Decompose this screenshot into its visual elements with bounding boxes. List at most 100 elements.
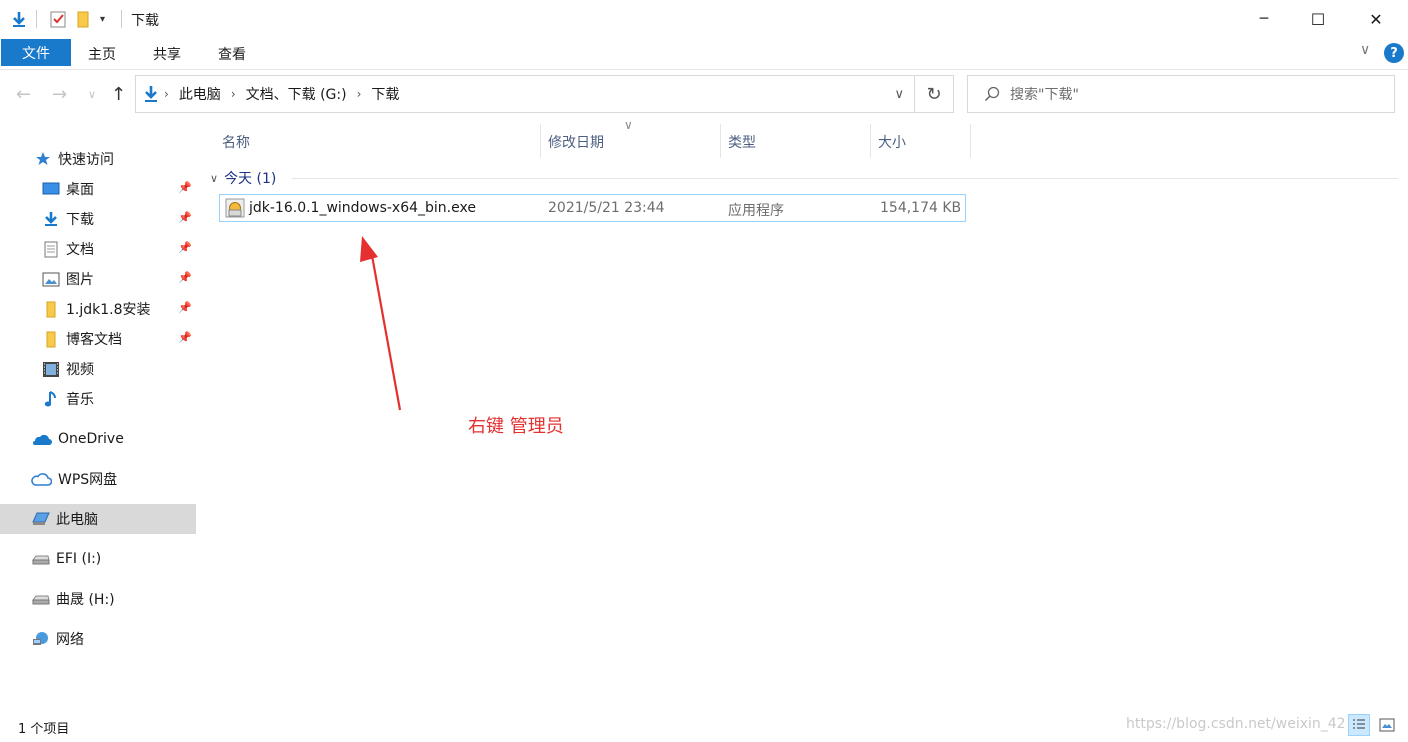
file-size: 154,174 KB [880, 200, 962, 216]
pin-icon[interactable]: 📌 [178, 241, 192, 254]
sidebar-item-music[interactable]: 音乐 [0, 384, 196, 414]
sidebar-item-wps-drive[interactable]: WPS网盘 [0, 464, 196, 494]
drive-icon [32, 550, 50, 568]
tab-file[interactable]: 文件 [1, 39, 71, 66]
search-icon [984, 86, 1000, 102]
large-icons-view-icon [1379, 718, 1395, 732]
breadcrumb-downloads[interactable]: 下载 [371, 84, 399, 104]
help-icon[interactable]: ? [1384, 43, 1404, 63]
close-button[interactable]: ✕ [1350, 0, 1402, 38]
sidebar-item-videos[interactable]: 视频 [0, 354, 196, 384]
customize-quick-access-icon[interactable]: ▾ [100, 9, 105, 29]
close-icon: ✕ [1369, 9, 1383, 29]
large-icons-view-button[interactable] [1376, 714, 1398, 736]
file-type: 应用程序 [728, 203, 784, 219]
sidebar-item-desktop[interactable]: 桌面 📌 [0, 174, 196, 204]
pin-icon[interactable]: 📌 [178, 211, 192, 224]
pin-icon[interactable]: 📌 [178, 271, 192, 284]
sidebar-item-drive-h[interactable]: 曲晟 (H:) [0, 584, 196, 614]
divider [36, 10, 37, 28]
column-header-size[interactable]: 大小 [878, 132, 906, 152]
group-label: 今天 (1) [224, 171, 277, 187]
breadcrumb-drive-g[interactable]: 文档、下载 (G:) [246, 84, 347, 104]
download-folder-icon [142, 85, 160, 103]
desktop-icon [42, 180, 60, 198]
download-icon [42, 210, 60, 228]
sidebar-item-label: OneDrive [58, 431, 124, 447]
breadcrumb-chevron-icon[interactable]: › [231, 87, 236, 101]
navigation-bar: ← → ∨ ↑ › 此电脑 › 文档、下载 (G:) › 下载 ∨ ↻ 搜索"下… [0, 70, 1408, 120]
breadcrumb-chevron-icon[interactable]: › [357, 87, 362, 101]
column-header-type[interactable]: 类型 [728, 132, 756, 152]
refresh-button[interactable]: ↻ [914, 75, 954, 113]
pin-icon[interactable]: 📌 [178, 301, 192, 314]
sidebar-item-label: 下载 [66, 212, 94, 228]
sidebar-item-label: 文档 [66, 242, 94, 258]
details-view-button[interactable] [1348, 714, 1370, 736]
tab-share[interactable]: 共享 [153, 44, 181, 64]
back-arrow-icon[interactable]: ← [16, 84, 31, 105]
tab-home[interactable]: 主页 [88, 44, 116, 64]
column-header-name[interactable]: 名称 [222, 132, 250, 152]
file-row[interactable]: jdk-16.0.1_windows-x64_bin.exe 2021/5/21… [219, 194, 966, 222]
search-placeholder: 搜索"下载" [1010, 87, 1079, 103]
watermark: https://blog.csdn.net/weixin_42 [1126, 716, 1346, 732]
sidebar-item-downloads[interactable]: 下载 📌 [0, 204, 196, 234]
sidebar-item-quick-access[interactable]: 快速访问 [0, 144, 196, 174]
up-arrow-icon[interactable]: ↑ [111, 84, 126, 105]
sidebar-item-onedrive[interactable]: OneDrive [0, 424, 196, 454]
properties-icon[interactable] [50, 9, 66, 29]
search-input[interactable]: 搜索"下载" [967, 75, 1395, 113]
new-folder-icon[interactable] [76, 9, 90, 29]
computer-icon [32, 510, 50, 528]
onedrive-icon [30, 430, 52, 448]
sidebar-item-pictures[interactable]: 图片 📌 [0, 264, 196, 294]
tab-view[interactable]: 查看 [218, 44, 246, 64]
column-header-date[interactable]: 修改日期 [548, 132, 604, 152]
pin-icon[interactable]: 📌 [178, 181, 192, 194]
refresh-icon: ↻ [926, 83, 942, 105]
title-bar: ▾ 下载 ─ ☐ ✕ [0, 0, 1408, 38]
music-icon [42, 390, 60, 408]
sidebar-item-network[interactable]: 网络 [0, 624, 196, 654]
document-icon [42, 240, 60, 258]
sidebar-item-label: 1.jdk1.8安装 [66, 302, 151, 318]
sidebar-item-drive-efi[interactable]: EFI (I:) [0, 544, 196, 574]
maximize-button[interactable]: ☐ [1292, 0, 1344, 38]
file-list-pane: ∨ 名称 修改日期 类型 大小 ∨ 今天 (1) jdk-16.0.1_wind… [200, 118, 1408, 710]
ribbon: 文件 主页 共享 查看 ∨ ? [0, 38, 1408, 70]
sidebar-item-label: 图片 [66, 272, 94, 288]
group-header-today[interactable]: ∨ 今天 (1) [210, 168, 276, 188]
sidebar-item-jdk-folder[interactable]: 1.jdk1.8安装 📌 [0, 294, 196, 324]
column-divider[interactable] [540, 124, 541, 158]
sidebar-item-label: 快速访问 [58, 152, 114, 168]
sidebar-item-label: 音乐 [66, 392, 94, 408]
sidebar-item-this-pc[interactable]: 此电脑 [0, 504, 196, 534]
file-date: 2021/5/21 23:44 [548, 200, 665, 216]
quick-access-download-icon[interactable] [10, 9, 28, 29]
breadcrumb-this-pc[interactable]: 此电脑 [179, 84, 221, 104]
file-name: jdk-16.0.1_windows-x64_bin.exe [249, 200, 476, 216]
column-divider[interactable] [720, 124, 721, 158]
pin-icon[interactable]: 📌 [178, 331, 192, 344]
sidebar-item-label: EFI (I:) [56, 551, 102, 567]
forward-arrow-icon[interactable]: → [52, 84, 67, 105]
address-bar[interactable]: › 此电脑 › 文档、下载 (G:) › 下载 ∨ [135, 75, 915, 113]
column-divider[interactable] [870, 124, 871, 158]
group-collapse-chevron-icon[interactable]: ∨ [210, 172, 218, 185]
expand-ribbon-chevron-icon[interactable]: ∨ [1360, 42, 1370, 58]
sidebar-item-label: 曲晟 (H:) [56, 592, 115, 608]
video-icon [42, 360, 60, 378]
sidebar-item-blog-docs[interactable]: 博客文档 📌 [0, 324, 196, 354]
column-divider[interactable] [970, 124, 971, 158]
sidebar-item-label: 博客文档 [66, 332, 122, 348]
recent-locations-chevron-icon[interactable]: ∨ [88, 88, 96, 101]
star-icon [34, 150, 52, 168]
address-dropdown-chevron-icon[interactable]: ∨ [894, 87, 904, 102]
breadcrumb-chevron-icon[interactable]: › [164, 87, 169, 101]
minimize-button[interactable]: ─ [1238, 0, 1290, 38]
navigation-pane: 快速访问 桌面 📌 下载 📌 文档 📌 图片 📌 1.jdk1.8安装 📌 博客… [0, 120, 200, 710]
item-count: 1 个项目 [18, 722, 70, 737]
sidebar-item-documents[interactable]: 文档 📌 [0, 234, 196, 264]
divider [121, 10, 122, 28]
